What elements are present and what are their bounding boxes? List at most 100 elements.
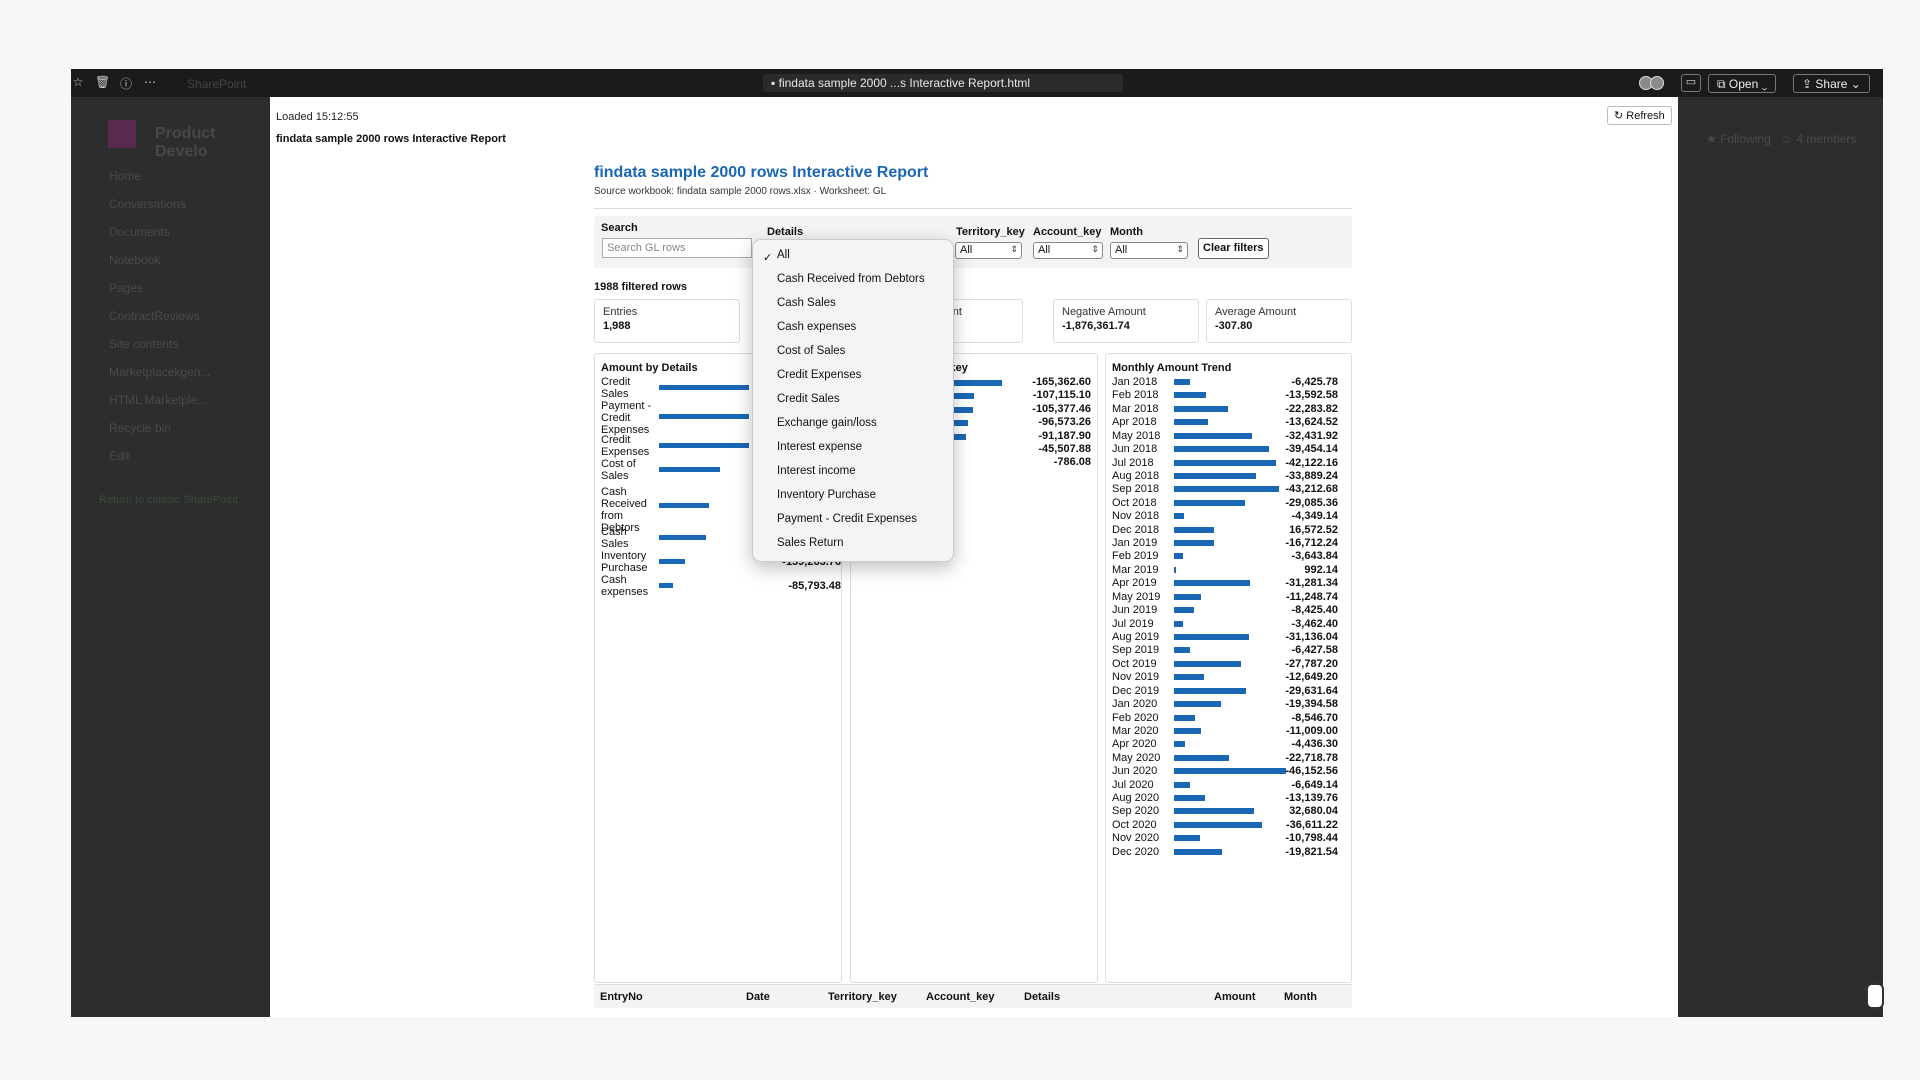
details-dropdown[interactable]: ✓ All Cash Received from Debtors Cash Sale…	[752, 239, 954, 562]
list-item: Jul 2020 -6,649.14	[1106, 779, 1346, 793]
share-icon: ⇪	[1802, 77, 1816, 91]
dropdown-option[interactable]: Sales Return	[777, 537, 843, 549]
dropdown-option[interactable]: Exchange gain/loss	[777, 417, 877, 429]
column-header[interactable]: Amount	[1214, 991, 1256, 1003]
people-icon: ☺	[1780, 132, 1797, 146]
stepper-icon: ⇕	[1091, 244, 1099, 254]
month-label: Jan 2019	[1112, 537, 1158, 550]
info-icon[interactable]: ⓘ	[119, 75, 133, 92]
row-value: -8,425.40	[1291, 604, 1338, 617]
row-value: -22,718.78	[1285, 751, 1338, 764]
dropdown-option[interactable]: Cash Received from Debtors	[777, 273, 925, 285]
open-icon: ⧉	[1717, 77, 1729, 91]
month-label: Jun 2020	[1112, 765, 1158, 778]
month-label: Jan 2020	[1112, 698, 1158, 711]
list-item: Mar 2019 992.14	[1106, 564, 1346, 578]
bar	[1174, 848, 1223, 855]
list-item: Sep 2020 32,680.04	[1106, 805, 1346, 819]
list-item: Feb 2018 -13,592.58	[1106, 389, 1346, 403]
open-label: Open	[1728, 77, 1759, 91]
column-header[interactable]: Details	[1024, 991, 1060, 1003]
bar	[1174, 781, 1190, 788]
bar	[1174, 540, 1215, 547]
row-value: -46,152.56	[1285, 765, 1338, 778]
bar	[1174, 379, 1190, 385]
list-item: Aug 2020 -13,139.76	[1106, 792, 1346, 806]
row-value: 16,572.52	[1289, 523, 1338, 536]
browser-window: ☆ 🗑 ⓘ ⋯ SharePoint ▪ findata sample 2000…	[71, 69, 1883, 1017]
site-nav: Home Conversations Documents Notebook Pa…	[109, 169, 210, 477]
list-item: Jun 2020 -46,152.56	[1106, 765, 1346, 779]
row-value: -29,631.64	[1285, 684, 1338, 697]
row-value: -19,394.58	[1285, 698, 1338, 711]
assistant-icon[interactable]	[1866, 983, 1884, 1009]
month-label: Jun 2018	[1112, 443, 1158, 456]
month-label: May 2020	[1112, 751, 1161, 764]
trash-icon[interactable]: 🗑	[95, 75, 110, 92]
search-input[interactable]: Search GL rows	[602, 238, 752, 258]
bar	[659, 385, 749, 390]
list-item: Feb 2019 -3,643.84	[1106, 550, 1346, 564]
dropdown-option[interactable]: All	[777, 249, 790, 261]
row-value: -32,431.92	[1285, 429, 1338, 442]
bar	[659, 414, 749, 419]
details-label: Details	[767, 226, 804, 238]
month-label: Oct 2019	[1112, 657, 1157, 670]
filtered-row-count: 1988 filtered rows	[594, 281, 687, 293]
dropdown-option[interactable]: Interest expense	[777, 441, 862, 453]
row-value: -43,212.68	[1285, 483, 1338, 496]
column-header[interactable]: EntryNo	[600, 991, 643, 1003]
sharepoint-background-right: ★ Following ☺ 4 members	[1678, 97, 1883, 1017]
dropdown-option[interactable]: Cash expenses	[777, 321, 856, 333]
row-value: -10,798.44	[1285, 832, 1338, 845]
column-header[interactable]: Date	[746, 991, 770, 1003]
row-value: -96,573.26	[1038, 416, 1091, 429]
document-tab[interactable]: ▪ findata sample 2000 ...s Interactive R…	[763, 74, 1123, 92]
bar	[659, 503, 710, 508]
list-item: Jun 2018 -39,454.14	[1106, 443, 1346, 457]
filter-bar: Search Search GL rows Details Territory_…	[594, 216, 1352, 268]
dropdown-option[interactable]: Payment - Credit Expenses	[777, 513, 917, 525]
more-icon[interactable]: ⋯	[143, 75, 157, 92]
month-label: Sep 2020	[1112, 805, 1160, 818]
month-label: May 2019	[1112, 590, 1161, 603]
dropdown-option[interactable]: Cash Sales	[777, 297, 836, 309]
report-viewer: Loaded 15:12:55 findata sample 2000 rows…	[270, 97, 1678, 1017]
bar	[1174, 741, 1186, 748]
month-label: Jul 2018	[1112, 456, 1154, 469]
list-item: Oct 2018 -29,085.36	[1106, 497, 1346, 511]
row-value: -16,712.24	[1285, 537, 1338, 550]
bar	[1174, 472, 1256, 479]
open-button[interactable]: ⧉ Open ⌄	[1708, 74, 1777, 93]
bar	[1174, 821, 1263, 828]
bar	[1174, 526, 1215, 533]
bar	[1174, 795, 1206, 802]
bar	[659, 559, 686, 564]
list-item: May 2018 -32,431.92	[1106, 430, 1346, 444]
territory-select[interactable]: All ⇕	[955, 242, 1022, 259]
dropdown-option[interactable]: Credit Sales	[777, 393, 840, 405]
refresh-button[interactable]: ↻ Refresh	[1607, 106, 1672, 125]
row-value: -42,122.16	[1285, 456, 1338, 469]
dropdown-option[interactable]: Credit Expenses	[777, 369, 861, 381]
clear-filters-button[interactable]: Clear filters	[1198, 238, 1269, 259]
list-item: Feb 2020 -8,546.70	[1106, 712, 1346, 726]
account-select[interactable]: All ⇕	[1033, 242, 1103, 259]
month-label: Apr 2018	[1112, 416, 1157, 429]
star-icon[interactable]: ☆	[71, 75, 85, 92]
comment-icon[interactable]: ▭	[1681, 74, 1701, 92]
share-button[interactable]: ⇪ Share ⌄	[1793, 74, 1870, 93]
dropdown-option[interactable]: Interest income	[777, 465, 856, 477]
dropdown-option[interactable]: Inventory Purchase	[777, 489, 876, 501]
month-select[interactable]: All ⇕	[1110, 242, 1188, 259]
row-value: -11,009.00	[1286, 724, 1338, 737]
month-label: Dec 2018	[1112, 523, 1160, 536]
list-item: Jan 2019 -16,712.24	[1106, 537, 1346, 551]
collaborator-avatars[interactable]	[1639, 76, 1664, 90]
column-header[interactable]: Month	[1284, 991, 1317, 1003]
column-header[interactable]: Account_key	[926, 991, 994, 1003]
dropdown-option[interactable]: Cost of Sales	[777, 345, 845, 357]
row-value: -6,649.14	[1291, 778, 1338, 791]
column-header[interactable]: Territory_key	[828, 991, 897, 1003]
row-value: -165,362.60	[1032, 376, 1091, 388]
